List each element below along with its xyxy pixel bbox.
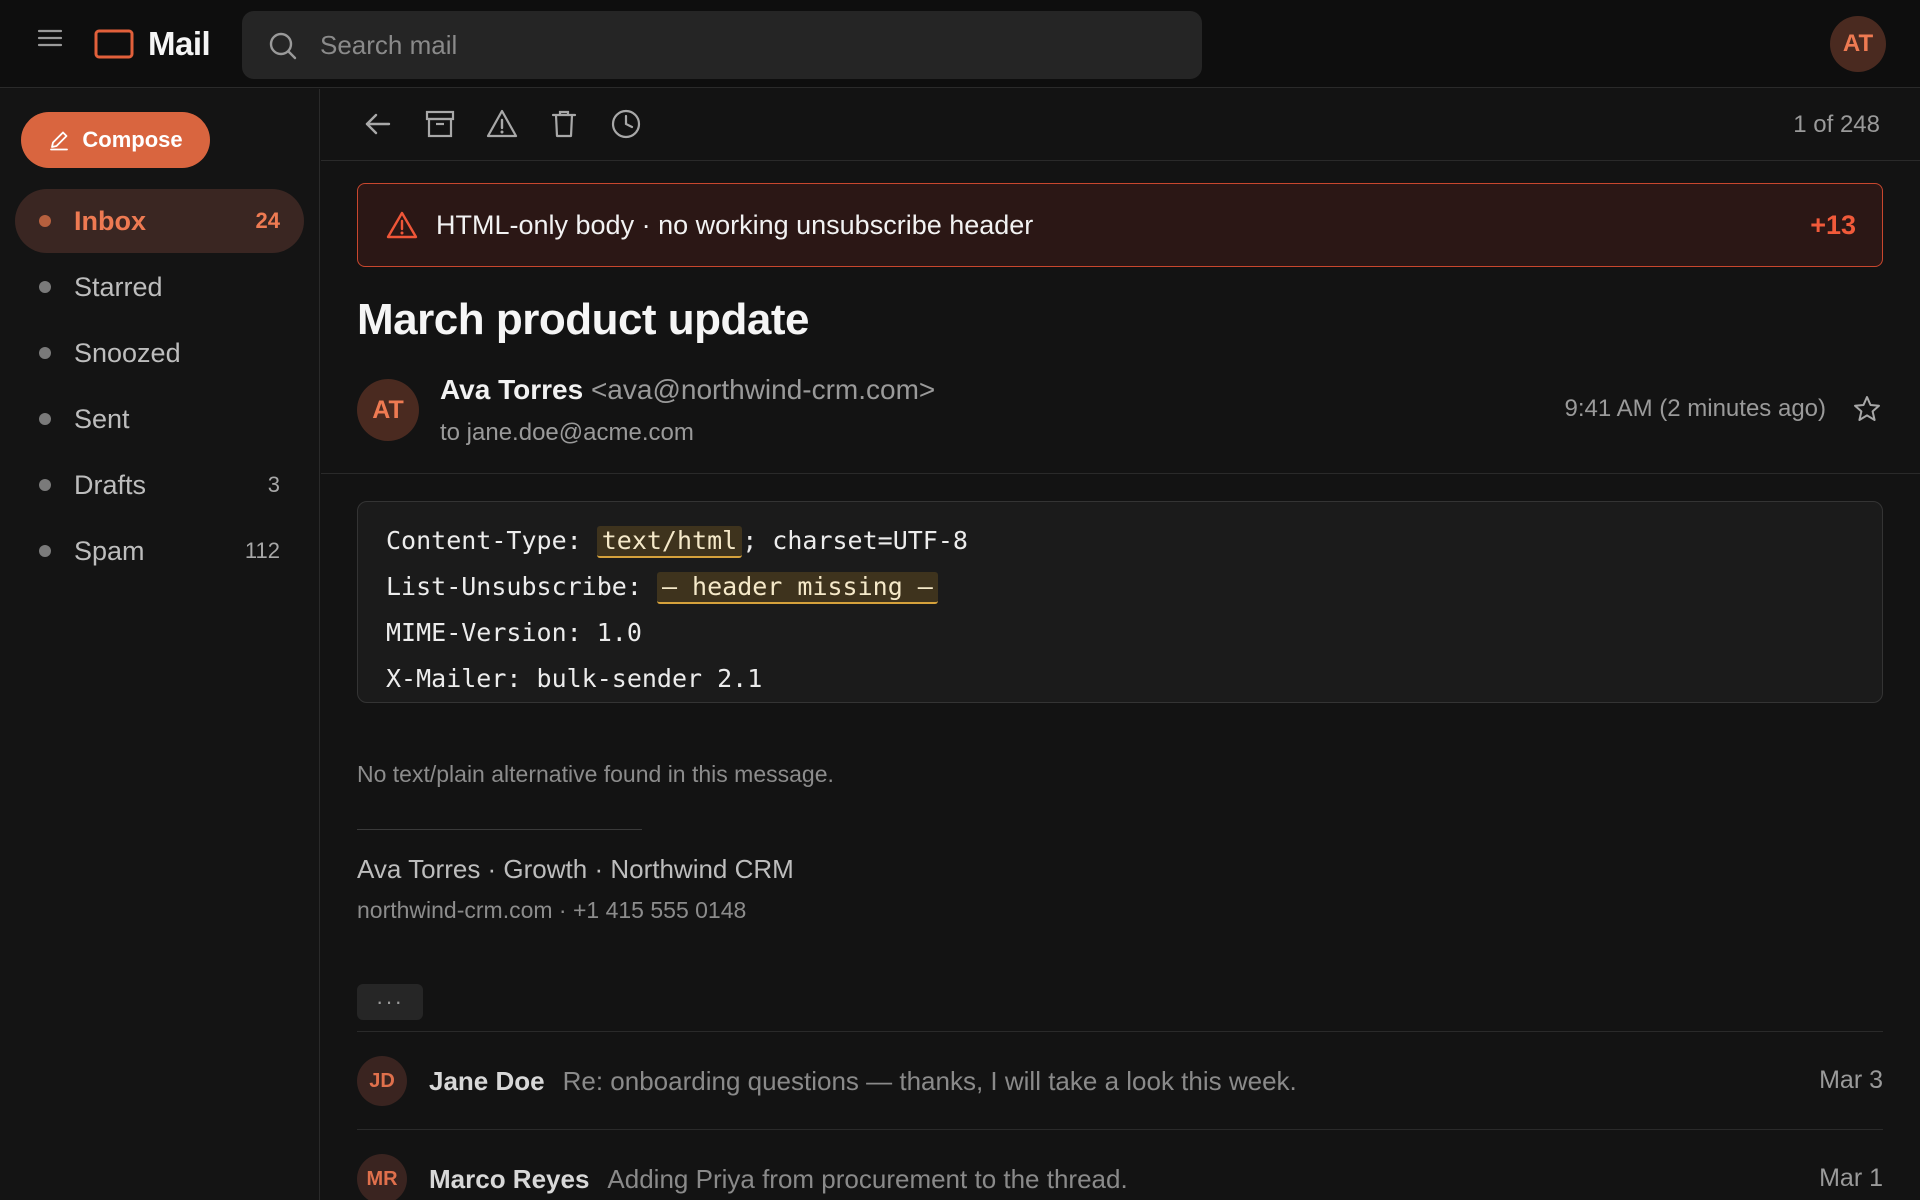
report-spam-icon[interactable] [485,107,519,141]
message-view: 1 of 248 HTML-only body · no working uns… [321,89,1920,1200]
warning-triangle-icon [386,210,418,240]
folder-dot-icon [39,347,51,359]
sidebar-item-label: Spam [74,535,145,566]
sidebar-item-label: Inbox [74,205,146,236]
sidebar-item-inbox[interactable]: Inbox 24 [15,189,304,253]
row-snippet: Adding Priya from procurement to the thr… [607,1164,1128,1194]
mail-logo-icon [94,29,134,59]
header-mime-version: MIME-Version: 1.0 [386,618,642,647]
avatar: MR [357,1154,407,1200]
compose-label: Compose [82,127,183,152]
thread-message-row[interactable]: MR Marco Reyes Adding Priya from procurem… [357,1129,1883,1200]
compose-button[interactable]: Compose [21,112,210,168]
row-sender: Jane Doe [429,1066,545,1096]
message-subject: March product update [357,295,810,344]
avatar: JD [357,1056,407,1106]
header-key: Content-Type: [386,526,597,555]
account-avatar[interactable]: AT [1830,16,1886,72]
header-x-mailer: X-Mailer: bulk-sender 2.1 [386,664,763,693]
warning-text: HTML-only body · no working unsubscribe … [436,210,1034,240]
recipient-line[interactable]: to jane.doe@acme.com [440,419,694,447]
sidebar: Compose Inbox 24 Starred Snoozed Sent Dr… [0,89,320,1200]
message-toolbar: 1 of 248 [321,89,1920,161]
snooze-clock-icon[interactable] [609,107,643,141]
row-text: Marco Reyes Adding Priya from procurement… [429,1164,1128,1195]
divider [321,473,1920,474]
back-arrow-icon[interactable] [361,107,395,141]
unread-count: 24 [255,208,280,233]
folder-dot-icon [39,479,51,491]
thread-message-row[interactable]: JD Jane Doe Re: onboarding questions — th… [357,1031,1883,1129]
star-icon[interactable] [1852,394,1882,424]
row-snippet: Re: onboarding questions — thanks, I wil… [562,1066,1297,1096]
folder-nav: Inbox 24 Starred Snoozed Sent Drafts 3 S… [15,189,304,585]
sidebar-item-spam[interactable]: Spam 112 [15,519,304,583]
folder-dot-icon [39,281,51,293]
folder-dot-icon [39,215,51,227]
pencil-icon [48,129,70,151]
sidebar-item-snoozed[interactable]: Snoozed [15,321,304,385]
sidebar-item-label: Sent [74,403,130,434]
sender-avatar: AT [357,379,419,441]
sender-email: <ava@northwind-crm.com> [590,374,936,405]
raw-headers-box: Content-Type: text/html; charset=UTF-8 L… [357,501,1883,703]
search-bar [242,11,1202,79]
folder-dot-icon [39,413,51,425]
sidebar-item-label: Snoozed [74,337,181,368]
archive-icon[interactable] [423,107,457,141]
app-logo[interactable]: Mail [94,24,211,64]
signature-contact: northwind-crm.com · +1 415 555 0148 [357,897,747,923]
row-text: Jane Doe Re: onboarding questions — thank… [429,1066,1297,1097]
search-icon[interactable] [268,31,298,61]
menu-icon[interactable] [36,24,64,52]
sender-name[interactable]: Ava Torres [440,374,583,405]
sidebar-item-starred[interactable]: Starred [15,255,304,319]
item-count: 3 [267,472,280,497]
signature-name: Ava Torres · Growth · Northwind CRM [357,854,794,884]
sender-line: Ava Torres <ava@northwind-crm.com> [440,374,935,406]
header-content-type: Content-Type: text/html; charset=UTF-8 [386,526,968,558]
sidebar-item-drafts[interactable]: Drafts 3 [15,453,304,517]
pagination-text: 1 of 248 [1793,111,1880,138]
header-key: List-Unsubscribe: [386,572,657,601]
header-rest: ; charset=UTF-8 [742,526,968,555]
spam-warning-banner: HTML-only body · no working unsubscribe … [357,183,1883,267]
sidebar-item-label: Starred [74,271,163,302]
highlighted-value: text/html [596,526,743,558]
delete-icon[interactable] [547,107,581,141]
top-bar: Mail AT [0,0,1920,88]
row-sender: Marco Reyes [429,1164,590,1194]
analysis-note: No text/plain alternative found in this … [357,761,834,787]
header-list-unsubscribe: List-Unsubscribe: — header missing — [386,572,938,604]
sidebar-item-label: Drafts [74,469,147,500]
row-date: Mar 1 [1819,1164,1883,1192]
app-title: Mail [148,25,211,62]
folder-dot-icon [39,545,51,557]
show-trimmed-content-button[interactable]: ··· [357,984,423,1020]
highlighted-value: — header missing — [656,572,938,604]
row-date: Mar 3 [1819,1066,1883,1094]
spam-score: +13 [1810,210,1856,240]
sidebar-item-sent[interactable]: Sent [15,387,304,451]
signature-divider [357,829,642,830]
search-input[interactable] [320,11,1180,79]
item-count: 112 [244,538,280,563]
message-timestamp: 9:41 AM (2 minutes ago) [1564,395,1826,422]
